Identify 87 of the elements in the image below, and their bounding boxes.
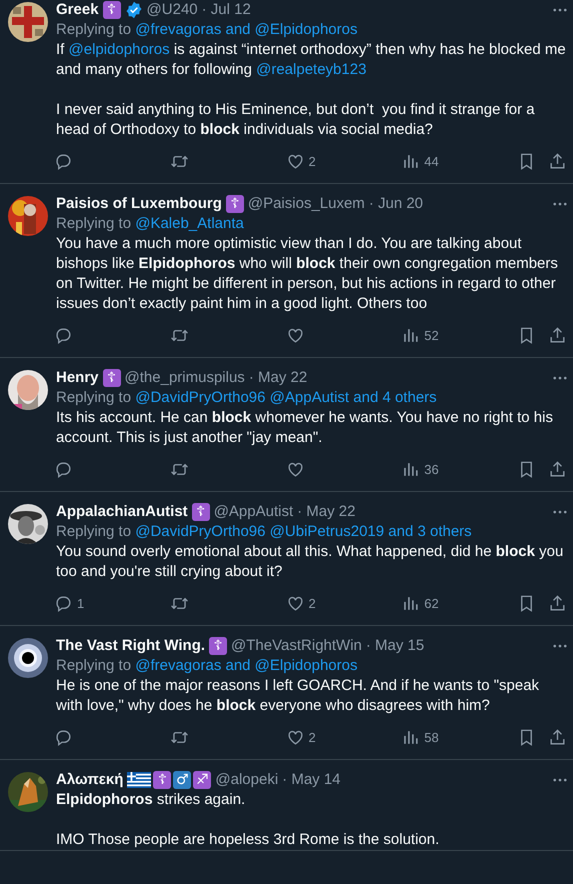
- post-text: Its his account. He can block whomever he wants. You have no right to his account. This is just another "jay mean".: [56, 408, 554, 448]
- reply-button[interactable]: 1: [54, 594, 144, 613]
- post-date[interactable]: · May 14: [282, 770, 341, 790]
- male-sign-badge: ♂: [173, 771, 192, 789]
- share-icon: [548, 728, 567, 747]
- user-handle[interactable]: @Paisios_Luxem: [248, 194, 365, 214]
- sagittarius-badge: ♐: [193, 771, 212, 789]
- reply-icon: [54, 152, 73, 171]
- share-icon: [548, 594, 567, 613]
- share-icon: [548, 460, 567, 479]
- mention-link[interactable]: @DavidPryOrtho96 @AppAutist and 4 others: [135, 389, 437, 406]
- heart-icon: [286, 460, 304, 479]
- mention-link[interactable]: @frevagoras and @Elpidophoros: [135, 657, 358, 674]
- replying-label: Replying to: [56, 523, 132, 540]
- bar-chart-icon: [401, 152, 420, 171]
- post-text: I never said anything to His Eminence, but don’t you find it strange for a head of Orthodoxy to block individuals via social media?: [56, 100, 536, 140]
- cross-badge: ☦: [226, 195, 244, 213]
- replying-label: Replying to: [56, 21, 132, 38]
- user-handle[interactable]: @U240: [146, 0, 198, 20]
- flag-icon: [127, 772, 152, 788]
- user-handle[interactable]: @the_primuspilus: [124, 368, 245, 388]
- user-name[interactable]: The Vast Right Wing.: [56, 636, 206, 656]
- share-icon: [548, 152, 567, 171]
- heart-icon: [286, 728, 304, 747]
- bar-chart-icon: [401, 594, 420, 613]
- user-name[interactable]: Αλωπεκή: [56, 770, 124, 790]
- user-handle[interactable]: @AppAutist: [214, 502, 294, 522]
- more-icon[interactable]: [553, 8, 567, 12]
- heart-icon: [286, 152, 304, 171]
- views-button[interactable]: 62: [401, 594, 492, 613]
- more-icon[interactable]: [553, 644, 567, 648]
- cross-badge: ☦: [192, 503, 210, 521]
- replying-label: Replying to: [56, 215, 132, 232]
- reply-icon: [54, 594, 73, 613]
- replying-label: Replying to: [56, 657, 132, 674]
- mention-link[interactable]: @DavidPryOrtho96 @UbiPetrus2019 and 3 others: [135, 523, 472, 540]
- post-date[interactable]: · May 22: [297, 502, 356, 522]
- more-icon[interactable]: [553, 778, 567, 782]
- bar-chart-icon: [401, 728, 420, 747]
- reply-icon: [54, 460, 73, 479]
- user-handle[interactable]: @TheVastRightWin: [231, 636, 362, 656]
- post-date[interactable]: · Jul 12: [202, 0, 251, 20]
- views-button[interactable]: 52: [401, 326, 492, 345]
- reply-icon: [54, 326, 73, 345]
- views-button[interactable]: 58: [401, 728, 492, 747]
- post-text: You sound overly emotional about all this. What happened, did he block you too and you're still crying about it?: [56, 542, 564, 582]
- post-date[interactable]: · Jun 20: [368, 194, 424, 214]
- heart-icon: [286, 326, 304, 345]
- mention-link[interactable]: @frevagoras and @Elpidophoros: [135, 21, 358, 38]
- post-text: IMO Those people are hopeless 3rd Rome is the solution.: [56, 830, 440, 850]
- post-date[interactable]: · May 22: [248, 368, 308, 388]
- share-button[interactable]: [548, 326, 567, 345]
- cross-badge: ☦: [102, 1, 121, 19]
- user-handle[interactable]: @alopeki: [215, 770, 278, 790]
- user-name[interactable]: Paisios of Luxembourg: [56, 194, 222, 214]
- bar-chart-icon: [401, 460, 420, 479]
- cross-badge: ☦: [209, 637, 228, 655]
- user-name[interactable]: AppalachianAutist: [56, 502, 188, 522]
- views-button[interactable]: 36: [401, 460, 492, 479]
- share-button[interactable]: [548, 728, 567, 747]
- share-button[interactable]: [548, 152, 567, 171]
- share-button[interactable]: [548, 594, 567, 613]
- user-name[interactable]: Greek: [56, 0, 99, 20]
- share-button[interactable]: [548, 460, 567, 479]
- replying-label: Replying to: [56, 389, 132, 406]
- user-name[interactable]: Henry: [56, 368, 99, 388]
- like-button[interactable]: 2: [286, 152, 376, 171]
- like-button[interactable]: 2: [286, 594, 376, 613]
- mention-link[interactable]: @realpeteyb123: [256, 61, 366, 78]
- post-date[interactable]: · May 15: [366, 636, 424, 656]
- more-icon[interactable]: [553, 202, 567, 206]
- bar-chart-icon: [401, 326, 420, 345]
- post-text: If @elpidophoros is against “internet orthodoxy” then why has he blocked me and many others for following @realpeteyb123: [56, 40, 567, 80]
- share-icon: [548, 326, 567, 345]
- post-text: You have a much more optimistic view than I do. You are talking about bishops like Elpidophoros who will block their own congregation members on Twitter. He might be different in person, but his actions in regard to other issues don’t exactly paint him in a good light. Others too: [56, 234, 559, 314]
- mention-link[interactable]: @Kaleb_Atlanta: [135, 215, 244, 232]
- cross-badge: ☦: [102, 369, 121, 387]
- more-icon[interactable]: [553, 376, 567, 380]
- heart-icon: [286, 594, 304, 613]
- like-button[interactable]: 2: [286, 728, 376, 747]
- more-icon[interactable]: [553, 510, 567, 514]
- views-button[interactable]: 44: [401, 152, 492, 171]
- mention-link[interactable]: @elpidophoros: [68, 41, 170, 58]
- post-text: Elpidophoros strikes again.: [56, 790, 246, 810]
- post-text: He is one of the major reasons I left GOARCH. And if he wants to "speak with love," why does he block everyone who disagrees with him?: [56, 676, 540, 716]
- cross-badge: ☦: [153, 771, 172, 789]
- reply-icon: [54, 728, 73, 747]
